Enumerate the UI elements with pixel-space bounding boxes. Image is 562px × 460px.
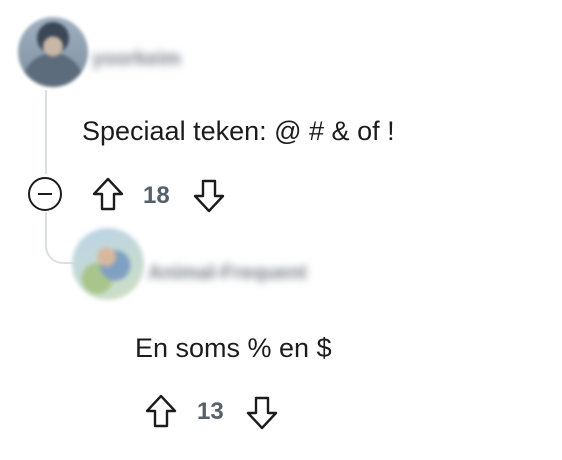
avatar[interactable] (18, 17, 88, 87)
arrow-down-icon (193, 179, 225, 213)
username[interactable]: yoorkeim (92, 48, 181, 71)
vote-count: 13 (197, 398, 224, 425)
vote-count: 18 (143, 182, 170, 209)
username[interactable]: Animal-Frequent (148, 262, 307, 285)
minus-icon (38, 193, 52, 195)
comment-body: Speciaal teken: @ # & of ! (82, 116, 395, 146)
collapse-thread-button[interactable] (28, 177, 62, 211)
upvote-button[interactable] (143, 393, 179, 429)
upvote-button[interactable] (90, 176, 126, 212)
thread-elbow (45, 222, 75, 264)
avatar[interactable] (72, 228, 144, 300)
arrow-down-icon (246, 396, 278, 430)
downvote-button[interactable] (244, 395, 280, 431)
comment-body: En soms % en $ (135, 333, 332, 363)
thread-line (45, 90, 47, 174)
arrow-up-icon (92, 177, 124, 211)
downvote-button[interactable] (191, 178, 227, 214)
arrow-up-icon (145, 394, 177, 428)
